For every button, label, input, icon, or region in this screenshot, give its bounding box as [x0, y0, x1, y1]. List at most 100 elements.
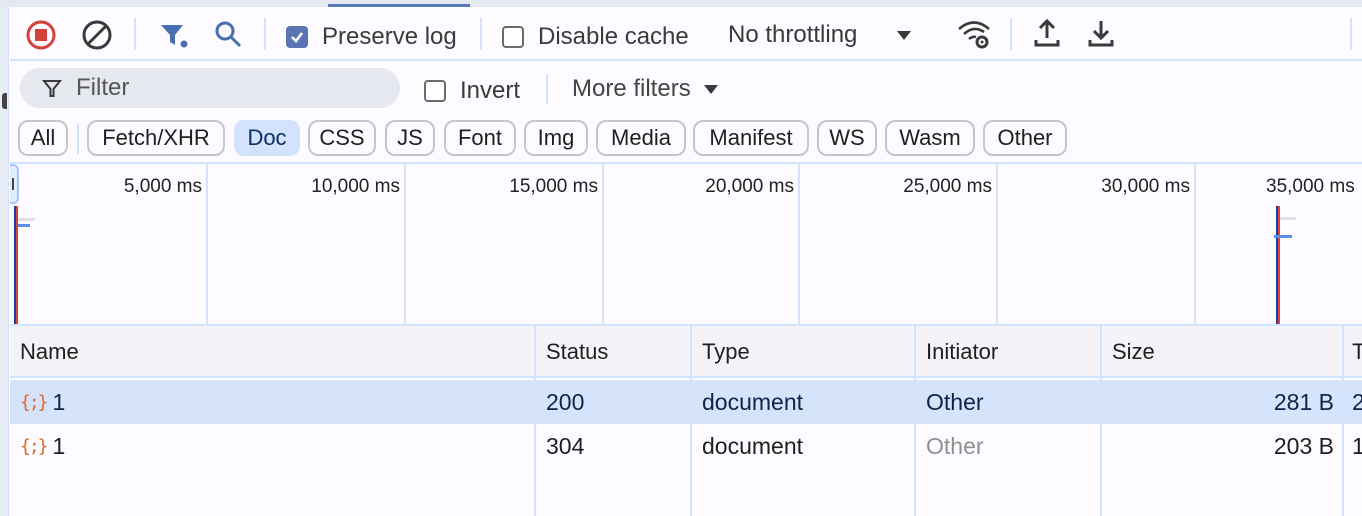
invert-checkbox[interactable]: Invert [424, 77, 520, 105]
overview-gridline [1194, 164, 1196, 324]
toolbar-divider [1010, 18, 1012, 50]
document-icon: {;} [20, 391, 48, 413]
network-conditions-button[interactable] [954, 16, 994, 52]
download-icon [1088, 21, 1114, 47]
column-divider[interactable] [1342, 326, 1344, 516]
table-row[interactable]: {;} 1 200 document Other 281 B 2 [10, 380, 1362, 424]
invert-label: Invert [460, 77, 521, 104]
toolbar-divider [264, 18, 266, 50]
column-header-time[interactable]: T [1344, 326, 1362, 378]
chevron-down-icon [897, 31, 912, 40]
overview-tick: 20,000 ms [705, 176, 794, 197]
toolbar-divider [1350, 18, 1352, 50]
overview-gridline [602, 164, 604, 324]
chip-img[interactable]: Img [524, 120, 588, 156]
preserve-log-checkbox[interactable]: Preserve log [286, 23, 457, 51]
column-header-size[interactable]: Size [1102, 326, 1342, 378]
toolbar-divider [480, 18, 482, 50]
cell-time: 2 [1352, 388, 1362, 415]
chip-manifest[interactable]: Manifest [693, 120, 809, 156]
clear-icon [82, 20, 112, 50]
clear-button[interactable] [80, 18, 114, 52]
chip-fetch-xhr[interactable]: Fetch/XHR [87, 120, 225, 156]
more-filters-label: More filters [572, 75, 691, 102]
chip-label: Manifest [709, 125, 793, 150]
table-row[interactable]: {;} 1 304 document Other 203 B 1 [10, 424, 1362, 468]
chip-label: JS [397, 125, 423, 150]
chip-ws[interactable]: WS [817, 120, 877, 156]
load-event-marker [1278, 206, 1280, 324]
chip-label: All [30, 125, 56, 150]
upload-icon [1034, 18, 1060, 47]
column-header-status[interactable]: Status [536, 326, 690, 378]
request-bar [18, 224, 30, 227]
column-header-initiator[interactable]: Initiator [916, 326, 1100, 378]
search-button[interactable] [210, 18, 246, 52]
cell-time: 1 [1352, 432, 1362, 459]
more-filters-dropdown[interactable]: More filters [572, 74, 719, 104]
chip-font[interactable]: Font [444, 120, 516, 156]
chip-other[interactable]: Other [983, 120, 1067, 156]
requests-table: Name Status Type Initiator Size T {;} 1 … [10, 326, 1362, 516]
column-divider[interactable] [690, 326, 692, 516]
stop-recording-button[interactable] [24, 18, 58, 52]
checkbox-unchecked[interactable] [424, 80, 446, 102]
cell-type: document [702, 388, 804, 415]
chip-label: Img [537, 125, 575, 150]
overview-gridline [996, 164, 998, 324]
filter-toggle-button[interactable] [156, 18, 192, 52]
request-waiting-bar [18, 218, 35, 221]
handle-grip [12, 178, 14, 190]
cell-name: {;} 1 [10, 380, 534, 424]
filter-bar: Invert More filters [10, 62, 1362, 114]
chip-css[interactable]: CSS [308, 120, 376, 156]
column-divider[interactable] [914, 326, 916, 516]
filter-icon [161, 25, 188, 48]
cell-initiator: Other [926, 388, 984, 415]
overview-gridline [798, 164, 800, 324]
chip-media[interactable]: Media [596, 120, 686, 156]
chip-all[interactable]: All [18, 120, 68, 156]
toolbar-divider [134, 18, 136, 50]
request-name: 1 [52, 388, 66, 415]
overview-tick: 5,000 ms [123, 176, 202, 197]
chip-wasm[interactable]: Wasm [885, 120, 975, 156]
cell-size: 281 B [1273, 388, 1334, 415]
throttling-select[interactable]: No throttling [728, 18, 913, 52]
chevron-down-icon [703, 85, 718, 94]
request-name: 1 [52, 432, 66, 459]
filter-input[interactable] [76, 74, 376, 102]
chip-label: Font [457, 125, 503, 150]
checkbox-unchecked[interactable] [502, 26, 524, 48]
chip-js[interactable]: JS [385, 120, 435, 156]
filter-field[interactable] [20, 68, 400, 108]
filter-funnel-icon [42, 80, 62, 97]
column-header-type[interactable]: Type [692, 326, 914, 378]
overview-tick: 25,000 ms [903, 176, 992, 197]
cell-type: document [702, 432, 804, 459]
export-har-button[interactable] [1084, 16, 1118, 52]
chip-label: Other [997, 125, 1053, 150]
network-overview[interactable]: 5,000 ms 10,000 ms 15,000 ms 20,000 ms 2… [10, 162, 1362, 326]
checkbox-checked[interactable] [286, 26, 308, 48]
chip-label: WS [829, 125, 865, 150]
disable-cache-label: Disable cache [538, 23, 689, 50]
column-divider[interactable] [534, 326, 536, 516]
filter-divider [546, 74, 548, 104]
cell-name: {;} 1 [10, 424, 534, 468]
network-panel: Preserve log Disable cache No throttling [0, 0, 1362, 516]
request-bar [1274, 235, 1292, 238]
chip-doc[interactable]: Doc [234, 120, 300, 156]
resource-type-filters: All Fetch/XHR Doc CSS JS Font Img Media … [10, 114, 1362, 162]
preserve-log-label: Preserve log [322, 23, 457, 50]
chip-label: Wasm [899, 125, 961, 150]
request-waiting-bar [1280, 217, 1296, 220]
network-toolbar: Preserve log Disable cache No throttling [10, 7, 1362, 61]
column-header-name[interactable]: Name [10, 326, 534, 378]
column-divider[interactable] [1100, 326, 1102, 516]
import-har-button[interactable] [1030, 16, 1064, 52]
overview-range-handle[interactable] [10, 164, 19, 204]
disable-cache-checkbox[interactable]: Disable cache [502, 23, 689, 51]
chip-label: Fetch/XHR [102, 125, 210, 150]
table-header: Name Status Type Initiator Size T [10, 326, 1362, 378]
